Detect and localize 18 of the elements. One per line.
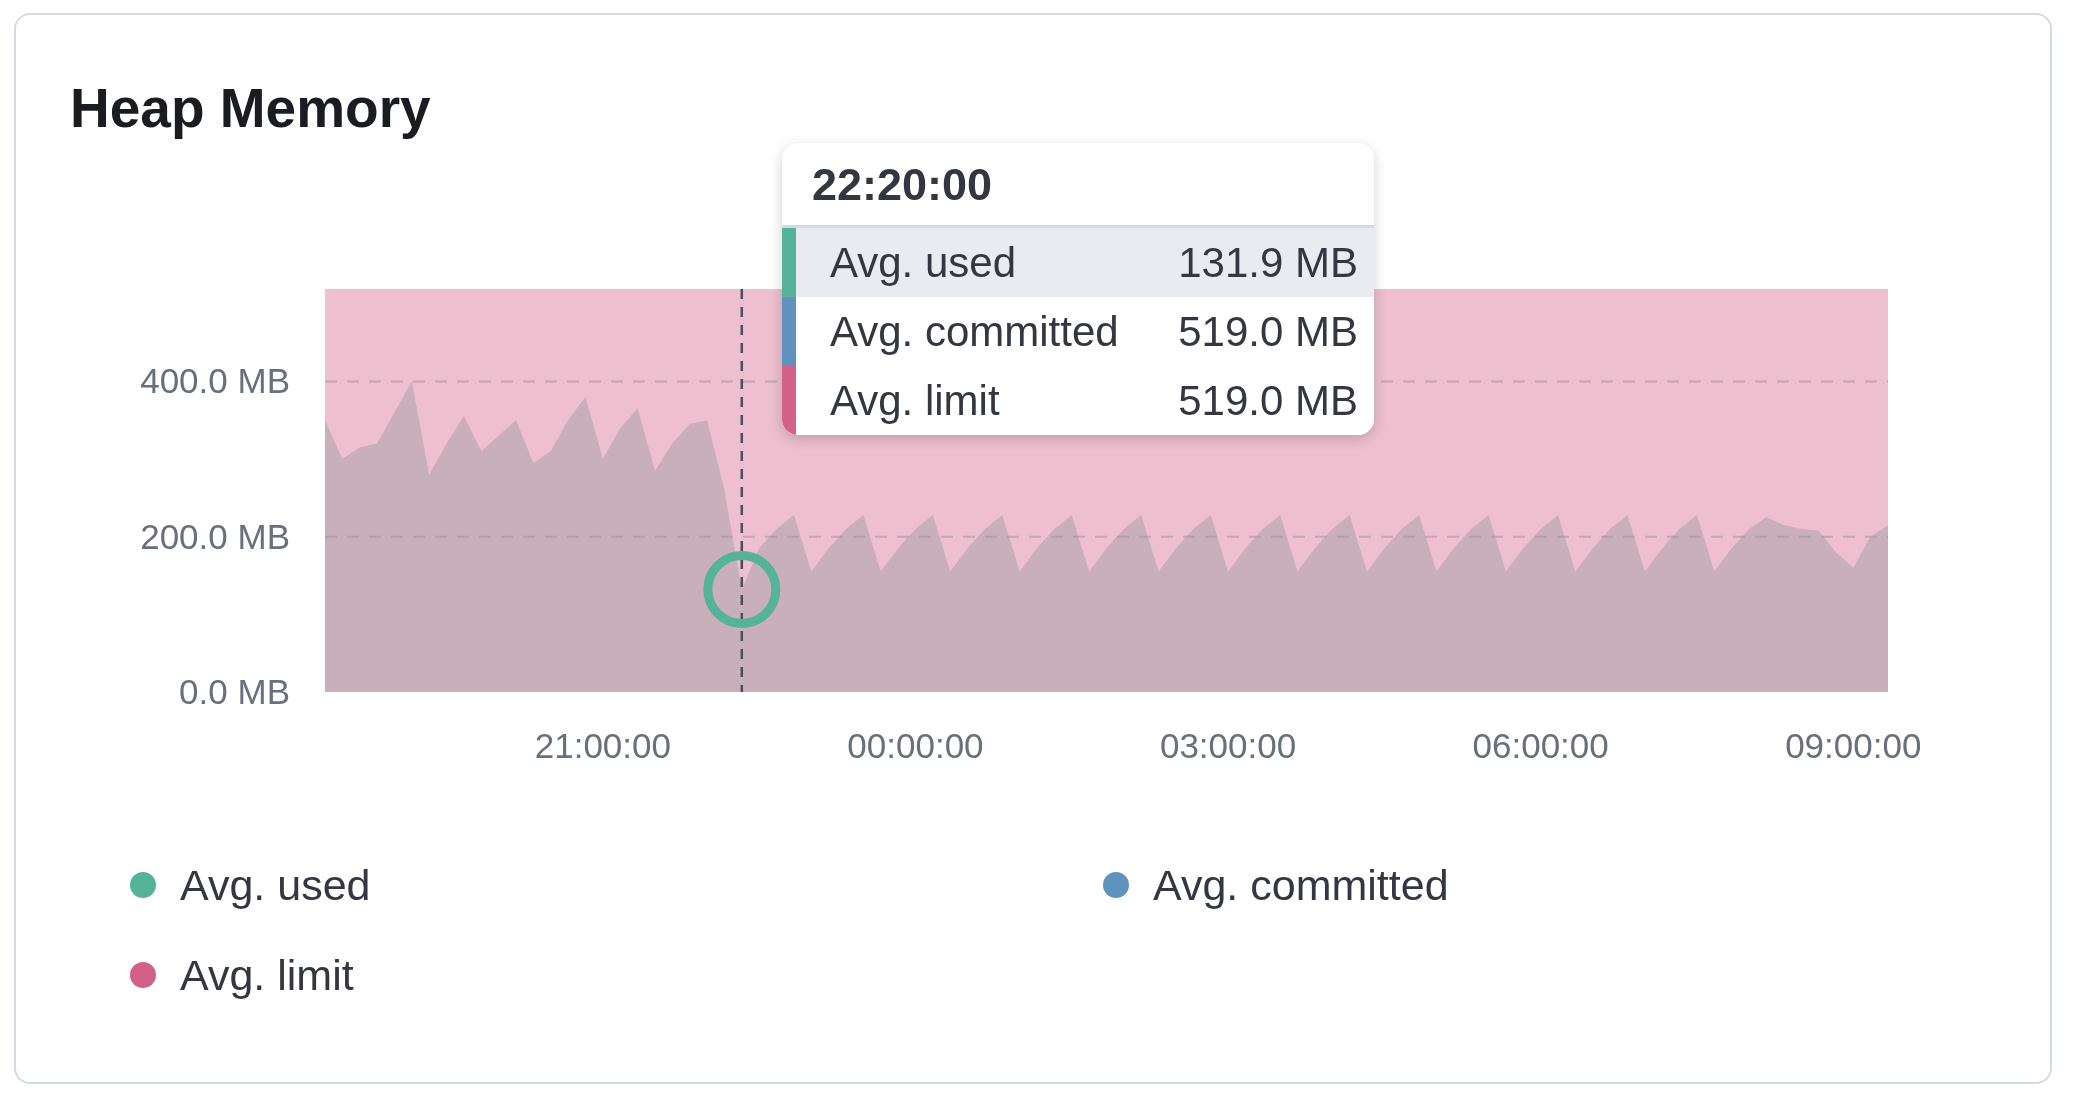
x-axis-label: 06:00:00 bbox=[1472, 726, 1609, 765]
x-axis-label: 09:00:00 bbox=[1785, 726, 1922, 765]
tooltip-label: Avg. limit bbox=[829, 376, 1001, 425]
y-axis-label: 200.0 MB bbox=[140, 516, 290, 556]
y-axis-label: 400.0 MB bbox=[140, 361, 290, 401]
tooltip-label: Avg. used bbox=[829, 238, 1018, 287]
tooltip-value: 131.9 MB bbox=[1178, 238, 1359, 287]
tooltip-value: 519.0 MB bbox=[1178, 307, 1359, 356]
x-axis-label: 00:00:00 bbox=[847, 726, 984, 765]
tooltip-value: 519.0 MB bbox=[1178, 376, 1359, 425]
x-axis-label: 21:00:00 bbox=[534, 726, 671, 765]
legend-label[interactable]: Avg. committed bbox=[1153, 858, 1449, 912]
legend-label[interactable]: Avg. limit bbox=[180, 948, 354, 1002]
y-axis-label: 0.0 MB bbox=[179, 672, 290, 711]
legend-label[interactable]: Avg. used bbox=[180, 858, 371, 912]
x-axis-label: 03:00:00 bbox=[1159, 726, 1297, 765]
chart-title: Heap Memory bbox=[70, 76, 431, 141]
tooltip-label: Avg. committed bbox=[829, 307, 1120, 356]
